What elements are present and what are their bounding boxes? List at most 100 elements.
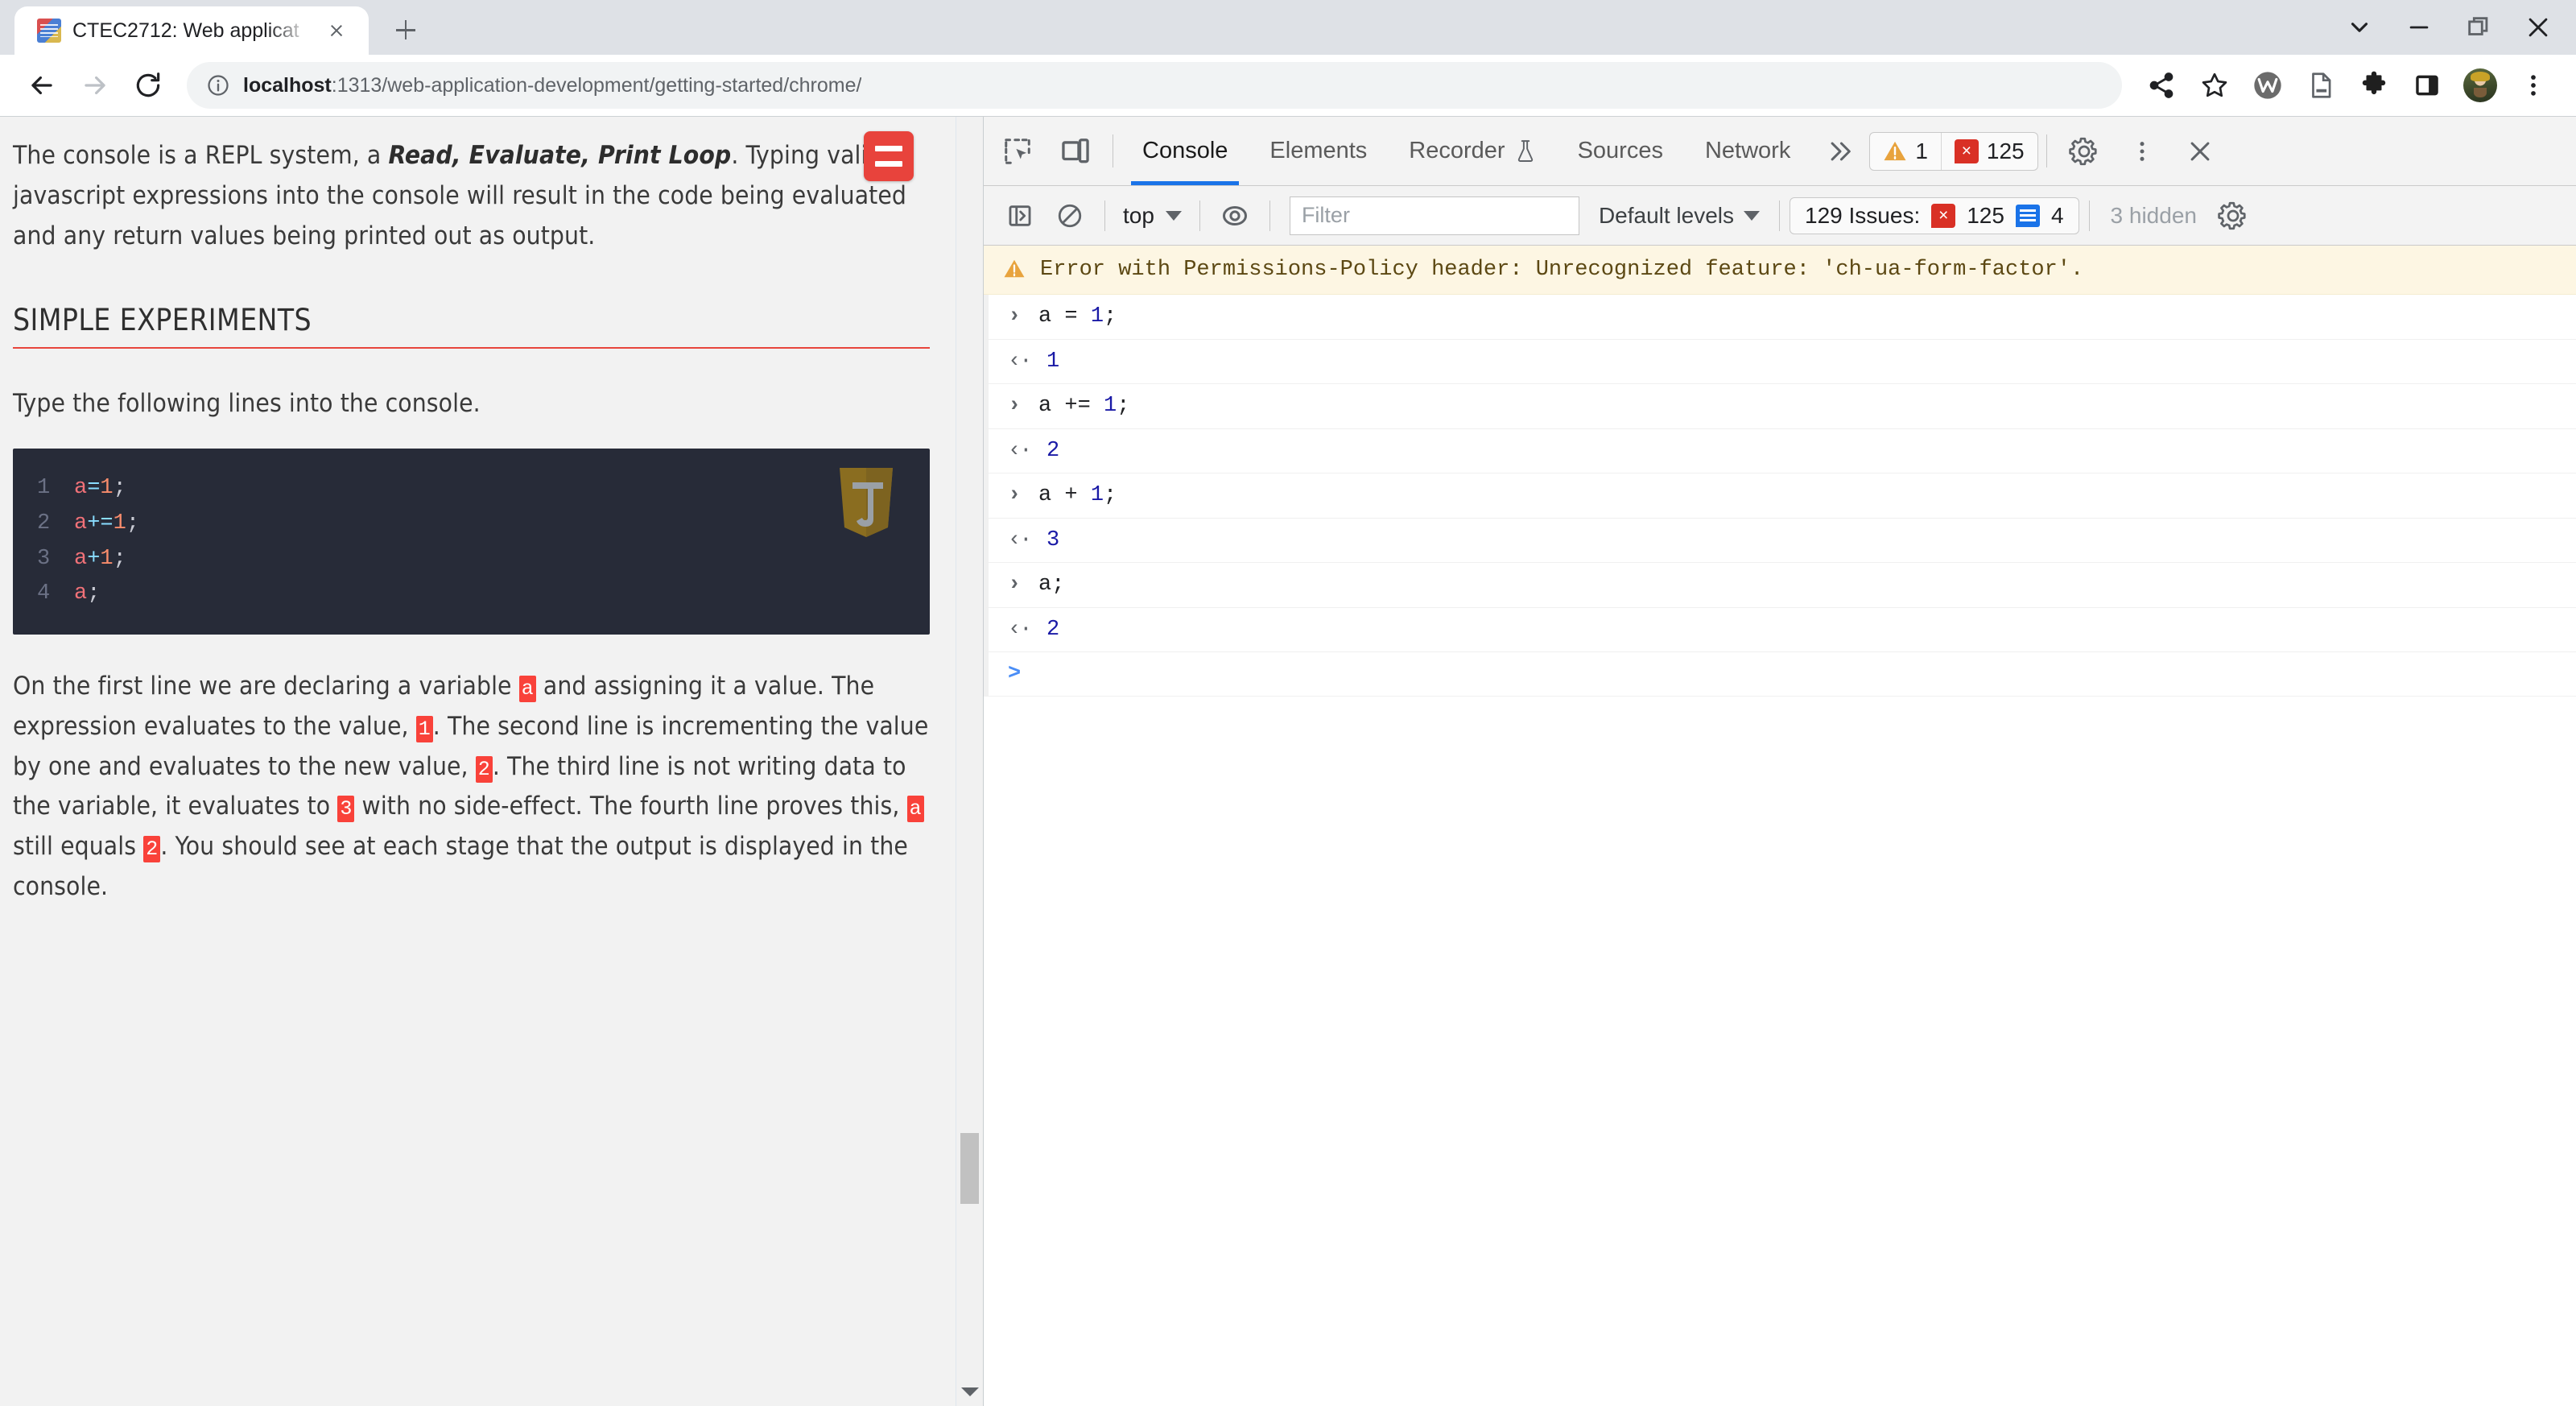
console-sidebar-icon[interactable] [995, 191, 1045, 241]
code-line: 3a + 1; [13, 542, 930, 577]
execution-context-value: top [1123, 202, 1154, 228]
error-counter[interactable]: × 125 [1940, 132, 2037, 170]
page-scrollbar[interactable] [956, 117, 983, 1406]
warning-counter[interactable]: 1 [1870, 133, 1941, 170]
tab-sources[interactable]: Sources [1557, 117, 1684, 185]
chrome-menu-icon[interactable] [2508, 60, 2558, 110]
share-icon[interactable] [2136, 60, 2186, 110]
console-output-row[interactable]: ‹· 2 [984, 607, 2576, 652]
console-warning-message[interactable]: Error with Permissions-Policy header: Un… [984, 246, 2576, 296]
url-host: localhost [243, 73, 332, 97]
tab-console-label: Console [1142, 138, 1228, 163]
console-input-code: a = 1; [1038, 302, 1117, 331]
info-circle-icon[interactable] [206, 73, 230, 97]
bookmark-star-icon[interactable] [2190, 60, 2240, 110]
inline-code-a: a [518, 676, 536, 702]
issue-counters[interactable]: 1 × 125 [1869, 131, 2038, 171]
close-panel-icon[interactable] [2171, 117, 2229, 185]
warning-triangle-icon [1884, 141, 1906, 161]
code-number: 1 [1090, 304, 1104, 329]
log-levels-value: Default levels [1598, 202, 1735, 228]
profile-avatar[interactable] [2455, 60, 2505, 110]
code-tail: ; [1104, 483, 1117, 508]
console-settings-gear-icon[interactable] [2208, 191, 2258, 241]
console-output-row[interactable]: ‹· 3 [984, 518, 2576, 564]
browser-tab[interactable]: CTEC2712: Web applicat [14, 6, 369, 55]
console-output[interactable]: Error with Permissions-Policy header: Un… [984, 246, 2576, 1406]
close-window-icon[interactable] [2508, 0, 2568, 55]
code-token-punct: ; [113, 476, 126, 501]
console-input-row[interactable]: › a + 1; [984, 473, 2576, 519]
reload-icon[interactable] [124, 61, 172, 110]
scrollbar-down-arrow-icon[interactable] [956, 1385, 983, 1398]
code-number: 1 [1090, 483, 1104, 508]
extensions-puzzle-icon[interactable] [2349, 60, 2399, 110]
console-input-row[interactable]: › a; [984, 563, 2576, 608]
reading-list-icon[interactable] [2296, 60, 2346, 110]
code-tail: ; [1104, 304, 1117, 329]
gear-icon[interactable] [2055, 117, 2113, 185]
toolbar-divider-2 [2046, 134, 2047, 167]
filter-input[interactable]: Filter [1289, 196, 1579, 235]
issues-label: 129 Issues: [1805, 202, 1921, 228]
inline-code-a2: a [906, 796, 924, 823]
repl-emphasis: Read, Evaluate, Print Loop [388, 141, 732, 170]
console-input-row[interactable]: › a = 1; [984, 295, 2576, 340]
tab-elements[interactable]: Elements [1249, 117, 1388, 185]
close-icon[interactable] [322, 16, 351, 45]
console-input-row[interactable]: › a += 1; [984, 384, 2576, 429]
html5-document-favicon [37, 19, 61, 43]
scrollbar-thumb[interactable] [960, 1133, 979, 1204]
console-input-code: a; [1038, 570, 1064, 599]
code-token-operator: + [87, 546, 101, 571]
chevron-double-right-icon[interactable] [1811, 117, 1869, 185]
input-chevron-icon: › [1008, 483, 1022, 508]
console-output-value: 2 [1046, 438, 1060, 463]
console-filter-bar: top Filter Default levels 129 Issues: × … [984, 186, 2576, 246]
console-output-row[interactable]: ‹· 2 [984, 428, 2576, 474]
clear-console-icon[interactable] [1045, 191, 1095, 241]
issues-info-count: 4 [2050, 202, 2064, 228]
input-chevron-icon: › [1008, 394, 1022, 419]
issues-pill[interactable]: 129 Issues: × 125 4 [1790, 196, 2079, 234]
log-levels-select[interactable]: Default levels [1589, 203, 1769, 229]
live-expression-eye-icon[interactable] [1210, 191, 1260, 241]
expl-s1: On the first line we are declaring a var… [13, 672, 519, 701]
address-bar[interactable]: localhost:1313/web-application-developme… [187, 62, 2122, 109]
code-token-punct: ; [87, 581, 101, 606]
filterbar-divider-2 [1199, 200, 1200, 231]
filterbar-divider-5 [2088, 200, 2090, 231]
code-number: 1 [1104, 394, 1117, 419]
side-panel-icon[interactable] [2402, 60, 2452, 110]
tab-search-icon[interactable] [2330, 0, 2389, 55]
info-badge-icon [2015, 204, 2040, 227]
intro-text-a: The console is a REPL system, a [13, 141, 389, 170]
code-token-variable: a [74, 546, 88, 571]
tab-recorder[interactable]: Recorder [1388, 117, 1556, 185]
back-icon[interactable] [18, 61, 66, 110]
console-prompt-row[interactable]: > [984, 651, 2576, 697]
hamburger-menu-button[interactable] [864, 131, 914, 181]
chevron-down-icon [1165, 210, 1182, 221]
console-output-row[interactable]: ‹· 1 [984, 339, 2576, 385]
code-text: a; [1038, 573, 1065, 598]
code-token-punct: ; [126, 511, 140, 536]
inspect-element-icon[interactable] [989, 117, 1046, 185]
inline-code-2: 2 [475, 755, 493, 783]
tab-network[interactable]: Network [1684, 117, 1811, 185]
output-chevron-icon: ‹· [1008, 438, 1032, 463]
kebab-menu-icon[interactable] [2113, 117, 2171, 185]
device-toolbar-icon[interactable] [1046, 117, 1104, 185]
restore-icon[interactable] [2449, 0, 2508, 55]
url-path: :1313/web-application-development/gettin… [331, 73, 862, 97]
issues-error-count: 125 [1967, 202, 2004, 228]
tab-console[interactable]: Console [1121, 117, 1249, 185]
error-badge-icon: × [1931, 203, 1956, 228]
intro-paragraph: The console is a REPL system, a Read, Ev… [13, 136, 930, 256]
wallabag-extension-icon[interactable] [2243, 60, 2293, 110]
execution-context-select[interactable]: top [1115, 203, 1190, 229]
minimize-icon[interactable] [2389, 0, 2449, 55]
content-split: The console is a REPL system, a Read, Ev… [0, 116, 2576, 1406]
forward-icon[interactable] [71, 61, 119, 110]
new-tab-button[interactable] [383, 7, 428, 52]
